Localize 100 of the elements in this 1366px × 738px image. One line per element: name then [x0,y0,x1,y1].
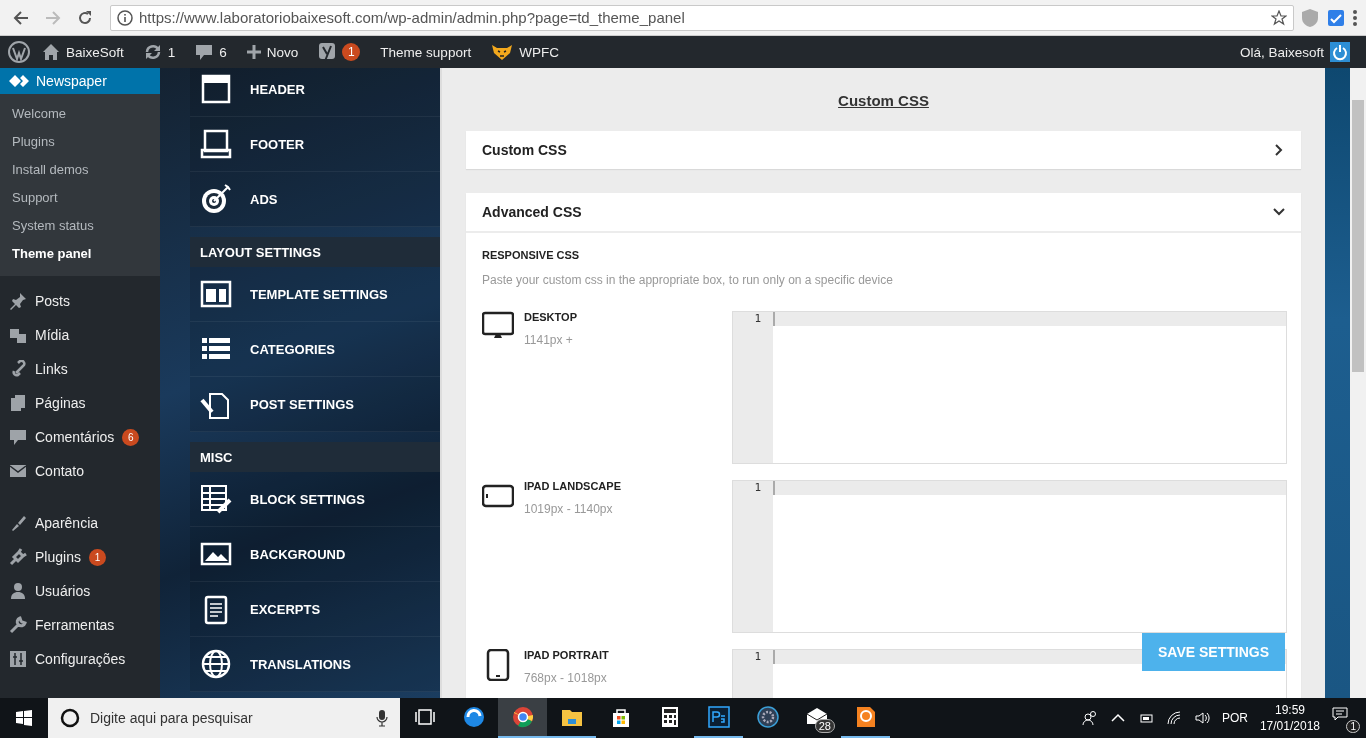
menu-label: Plugins [35,549,81,565]
comment-count: 6 [219,44,227,60]
new-label: Novo [266,44,299,60]
submenu-item[interactable]: Welcome [0,100,160,128]
section-title: RESPONSIVE CSS [482,249,581,261]
star-icon[interactable] [1271,9,1287,26]
theme-nav-item[interactable]: ADS [190,172,440,227]
message-icon [1332,706,1348,722]
wifi-icon[interactable] [1165,710,1182,726]
wrench-icon [9,616,27,634]
address-field[interactable]: https://www.laboratoriobaixesoft.com/wp-admin/admin.php?page=td_theme_panel [110,4,1294,31]
plug-icon [9,548,27,566]
menu-item[interactable]: Posts [0,284,160,318]
code-editor[interactable]: 1 [732,311,1287,464]
taskbar-app[interactable]: 28 [792,698,841,738]
code-editor[interactable]: 1 [732,480,1287,633]
seo-link[interactable]: 1 [310,36,369,68]
theme-nav-item[interactable]: TEMPLATE SETTINGS [190,267,440,322]
microphone-icon[interactable] [376,709,388,727]
menu-label: Mídia [35,327,70,343]
media-icon [9,326,27,344]
browser-icon [462,706,485,728]
updates-link[interactable]: 1 [135,36,184,68]
theme-nav-item[interactable]: CATEGORIES [190,322,440,377]
menu-item[interactable]: Comentários 6 [0,420,160,454]
theme-nav-item[interactable]: FOOTER [190,117,440,172]
greeting-text: Olá, Baixesoft [1239,44,1324,60]
theme-nav-item[interactable]: EXCERPTS [190,582,440,637]
count-badge: 6 [122,428,140,446]
globe-icon [200,648,232,680]
account-link[interactable]: Olá, Baixesoft [1231,36,1358,68]
nav-label: ADS [250,191,278,207]
theme-nav-item[interactable]: POST SETTINGS [190,377,440,432]
checkmark-icon[interactable] [1326,7,1346,28]
menu-label: Páginas [35,395,86,411]
browser-icon [511,706,534,728]
submenu-item[interactable]: Install demos [0,156,160,184]
theme-nav-item[interactable]: HEADER [190,68,440,117]
nav-label: BLOCK SETTINGS [250,491,365,507]
line-number: 1 [753,312,762,326]
home-icon [42,43,60,61]
pdf-app-icon [854,706,877,728]
accordion-header[interactable]: Advanced CSS [466,193,1301,231]
people-icon[interactable] [1081,710,1098,726]
back-arrow-icon [13,9,29,26]
speaker-icon[interactable] [1193,710,1210,726]
menu-item[interactable]: Mídia [0,318,160,352]
theme-nav-item[interactable]: BLOCK SETTINGS [190,472,440,527]
search-field[interactable]: Digite aqui para pesquisar [48,698,400,738]
menu-item[interactable]: Contato [0,454,160,488]
menu-item[interactable]: Usuários [0,574,160,608]
submenu-item[interactable]: Theme panel [0,240,160,268]
nav-label: TEMPLATE SETTINGS [250,286,388,302]
taskbar-app[interactable] [498,698,547,738]
gear-disc-icon [756,706,779,728]
update-count: 1 [167,44,176,60]
menu-item[interactable]: Ferramentas [0,608,160,642]
nav-label: BACKGROUND [250,546,346,562]
nav-label: HEADER [250,81,305,97]
search-placeholder: Digite aqui para pesquisar [90,710,254,726]
diamond-logo-icon [8,74,30,88]
menu-item[interactable]: Plugins 1 [0,540,160,574]
submenu-item[interactable]: Plugins [0,128,160,156]
accordion-header[interactable]: Custom CSS [466,131,1301,169]
device-name: IPAD LANDSCAPE [524,480,621,492]
current-menu-item[interactable]: Newspaper [0,68,160,94]
nav-label: POST SETTINGS [250,396,354,412]
user-icon [9,582,27,600]
refresh-icon [143,43,162,61]
device-range: 768px - 1018px [524,671,608,685]
forward-arrow-icon [45,9,61,26]
menu-icon[interactable] [1352,7,1358,28]
logo-icon[interactable] [8,41,30,63]
theme-nav-item[interactable]: BACKGROUND [190,527,440,582]
new-link[interactable]: Novo [238,36,307,68]
language-indicator[interactable]: POR [1221,711,1248,725]
chevron-down-icon [1273,206,1285,218]
submenu-item[interactable]: Support [0,184,160,212]
submenu-item[interactable]: System status [0,212,160,240]
footer-icon [200,128,232,160]
pages-icon [9,394,27,412]
theme-support-link[interactable]: Theme support [372,36,480,68]
menu-label: Links [35,361,68,377]
menu-item[interactable]: Configurações [0,642,160,676]
theme-nav-item[interactable]: TRANSLATIONS [190,637,440,692]
device-name: DESKTOP [524,311,577,323]
site-link[interactable]: BaixeSoft [34,36,132,68]
cache-link[interactable]: WPFC [483,36,567,68]
menu-item[interactable]: Links [0,352,160,386]
info-icon[interactable] [117,9,133,26]
menu-item[interactable]: Aparência [0,506,160,540]
device-name: IPAD PORTRAIT [524,649,609,661]
nav-label: CATEGORIES [250,341,335,357]
menu-label: Comentários [35,429,115,445]
square-app-icon [707,706,730,728]
site-name: BaixeSoft [66,44,124,60]
comments-link[interactable]: 6 [187,36,235,68]
mail-icon [9,462,27,480]
sliders-icon [9,650,27,668]
menu-item[interactable]: Páginas [0,386,160,420]
